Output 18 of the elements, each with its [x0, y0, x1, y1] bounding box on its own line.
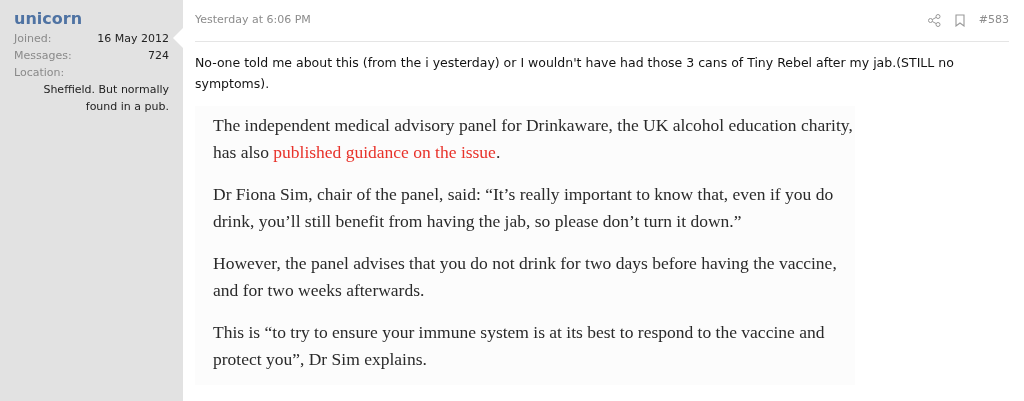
article-paragraph: The independent medical advisory panel for Drinkaware, the UK alcohol education charity, has also published guidance on the issue. [213, 114, 853, 164]
post-time[interactable]: Yesterday at 6:06 PM [195, 12, 311, 29]
stat-label: Messages: [14, 48, 72, 64]
username[interactable]: unicorn [14, 8, 169, 30]
post-body: No-one told me about this (from the i yesterday) or I wouldn't have had those 3 cans of Tiny Rebel after my jab.(STILL no symptoms). [195, 54, 955, 93]
pointer-arrow [173, 28, 183, 48]
article-paragraph: Dr Fiona Sim, chair of the panel, said: “It’s really important to know that, even if you do drink, you’ll still benefit from having the jab, so please don’t turn it down.” [213, 183, 835, 233]
post-number[interactable]: #583 [978, 12, 1009, 29]
share-icon[interactable] [927, 14, 941, 27]
article-paragraph: However, the panel advises that you do not drink for two days before having the vaccine, and for two weeks afterwards. [213, 252, 838, 302]
stat-label: Location: [14, 65, 66, 81]
article-paragraph: This is “to try to ensure your immune system is at its best to respond to the vaccine and protect you”, Dr Sim explains. [213, 321, 826, 371]
article-link[interactable]: published guidance on the issue [273, 142, 496, 162]
location-value: Sheffield. But normally found in a pub. [42, 82, 169, 115]
stat-value: 724 [148, 48, 169, 64]
bookmark-icon[interactable] [954, 14, 965, 27]
stat-label: Joined: [14, 31, 52, 47]
stat-value: 16 May 2012 [97, 31, 169, 47]
